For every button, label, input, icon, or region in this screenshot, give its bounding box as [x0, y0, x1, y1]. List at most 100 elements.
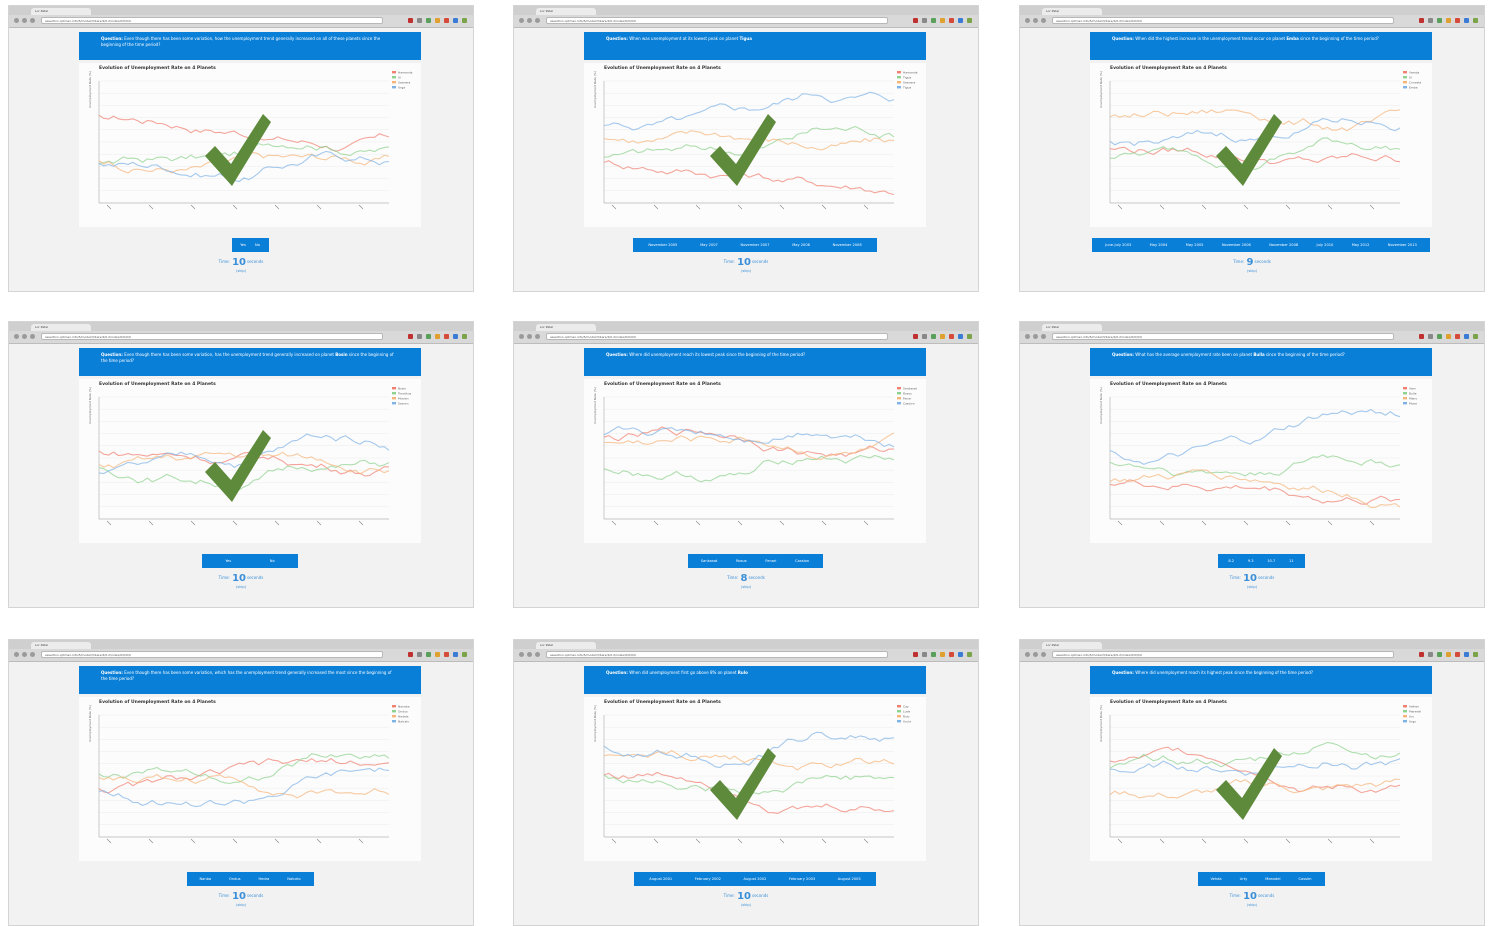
- extension-icon[interactable]: [922, 18, 927, 23]
- extension-icon[interactable]: [940, 334, 945, 339]
- back-icon[interactable]: [519, 652, 524, 657]
- skip-link[interactable]: (skip): [9, 585, 473, 589]
- forward-icon[interactable]: [22, 652, 27, 657]
- extension-icon[interactable]: [435, 652, 440, 657]
- extension-icon[interactable]: [1437, 334, 1442, 339]
- back-icon[interactable]: [1025, 18, 1030, 23]
- answer-button[interactable]: July 2010: [1313, 243, 1338, 247]
- answer-button[interactable]: Vehda: [1206, 877, 1225, 881]
- extension-icon[interactable]: [958, 334, 963, 339]
- answer-button[interactable]: November 2005: [644, 243, 681, 247]
- browser-tab[interactable]: Lor Patel: [1042, 642, 1102, 649]
- answer-button[interactable]: May 2008: [788, 243, 814, 247]
- answer-button[interactable]: No: [266, 559, 279, 563]
- extension-icon[interactable]: [922, 334, 927, 339]
- extension-icon[interactable]: [1446, 334, 1451, 339]
- extension-icon[interactable]: [922, 652, 927, 657]
- extension-icon[interactable]: [913, 18, 918, 23]
- skip-link[interactable]: (skip): [514, 903, 978, 907]
- answer-button[interactable]: Hedra: [254, 877, 273, 881]
- browser-tab[interactable]: Lor Patel: [1042, 8, 1102, 15]
- extension-icon[interactable]: [1437, 652, 1442, 657]
- reload-icon[interactable]: [1041, 18, 1046, 23]
- answer-button[interactable]: November 2008: [1265, 243, 1302, 247]
- extension-icon[interactable]: [462, 652, 467, 657]
- answer-button[interactable]: Nanba: [195, 877, 215, 881]
- extension-icon[interactable]: [1446, 18, 1451, 23]
- answer-button[interactable]: No: [251, 243, 264, 247]
- extension-icon[interactable]: [444, 652, 449, 657]
- answer-button[interactable]: Cassion: [791, 559, 813, 563]
- extension-icon[interactable]: [913, 334, 918, 339]
- extension-icon[interactable]: [967, 652, 972, 657]
- extension-icon[interactable]: [1437, 18, 1442, 23]
- answer-button[interactable]: November 2007: [737, 243, 774, 247]
- answer-button[interactable]: May 2007: [696, 243, 722, 247]
- browser-tab[interactable]: Lor Patel: [31, 8, 91, 15]
- answer-button[interactable]: August 2003: [834, 877, 865, 881]
- browser-tab[interactable]: Lor Patel: [31, 642, 91, 649]
- answer-button[interactable]: Nalcelo: [283, 877, 304, 881]
- extension-icon[interactable]: [1473, 18, 1478, 23]
- address-bar[interactable]: assertion.cptmax.info/5/model/3/bars/4/0…: [546, 333, 888, 340]
- reload-icon[interactable]: [1041, 334, 1046, 339]
- reload-icon[interactable]: [535, 652, 540, 657]
- browser-tab[interactable]: Lor Patel: [1042, 324, 1102, 331]
- extension-icon[interactable]: [426, 18, 431, 23]
- browser-tab[interactable]: Lor Patel: [536, 8, 596, 15]
- answer-button[interactable]: Ondus: [225, 877, 245, 881]
- forward-icon[interactable]: [1033, 334, 1038, 339]
- browser-tab[interactable]: Lor Patel: [536, 324, 596, 331]
- extension-icon[interactable]: [913, 652, 918, 657]
- extension-icon[interactable]: [408, 334, 413, 339]
- extension-icon[interactable]: [931, 334, 936, 339]
- address-bar[interactable]: assertion.cptmax.info/5/model/3/bars/4/0…: [546, 17, 888, 24]
- extension-icon[interactable]: [1473, 334, 1478, 339]
- extension-icon[interactable]: [417, 652, 422, 657]
- answer-button[interactable]: May 2004: [1146, 243, 1172, 247]
- skip-link[interactable]: (skip): [9, 269, 473, 273]
- extension-icon[interactable]: [958, 18, 963, 23]
- extension-icon[interactable]: [435, 334, 440, 339]
- reload-icon[interactable]: [30, 18, 35, 23]
- answer-button[interactable]: 10.7: [1263, 559, 1279, 563]
- extension-icon[interactable]: [453, 18, 458, 23]
- answer-button[interactable]: Urty: [1236, 877, 1252, 881]
- extension-icon[interactable]: [444, 18, 449, 23]
- answer-button[interactable]: November 2008: [829, 243, 866, 247]
- reload-icon[interactable]: [1041, 652, 1046, 657]
- answer-button[interactable]: November 2013: [1384, 243, 1421, 247]
- extension-icon[interactable]: [1464, 652, 1469, 657]
- extension-icon[interactable]: [426, 652, 431, 657]
- extension-icon[interactable]: [1419, 652, 1424, 657]
- extension-icon[interactable]: [940, 652, 945, 657]
- answer-button[interactable]: 8.2: [1224, 559, 1238, 563]
- browser-tab[interactable]: Lor Patel: [31, 324, 91, 331]
- extension-icon[interactable]: [940, 18, 945, 23]
- forward-icon[interactable]: [527, 652, 532, 657]
- extension-icon[interactable]: [958, 652, 963, 657]
- skip-link[interactable]: (skip): [514, 585, 978, 589]
- extension-icon[interactable]: [949, 652, 954, 657]
- answer-button[interactable]: June-July 2003: [1101, 243, 1135, 247]
- answer-button[interactable]: Fenari: [761, 559, 780, 563]
- skip-link[interactable]: (skip): [1020, 585, 1484, 589]
- address-bar[interactable]: assertion.cptmax.info/5/model/3/bars/4/0…: [1052, 651, 1394, 658]
- answer-button[interactable]: August 2001: [645, 877, 676, 881]
- address-bar[interactable]: assertion.cptmax.info/5/model/3/bars/4/0…: [41, 651, 383, 658]
- address-bar[interactable]: assertion.cptmax.info/5/model/3/bars/4/0…: [41, 333, 383, 340]
- answer-button[interactable]: February 2003: [785, 877, 819, 881]
- extension-icon[interactable]: [949, 334, 954, 339]
- back-icon[interactable]: [519, 334, 524, 339]
- forward-icon[interactable]: [1033, 18, 1038, 23]
- extension-icon[interactable]: [967, 18, 972, 23]
- answer-button[interactable]: Rosus: [732, 559, 751, 563]
- extension-icon[interactable]: [1419, 334, 1424, 339]
- skip-link[interactable]: (skip): [1020, 269, 1484, 273]
- answer-button[interactable]: November 2006: [1218, 243, 1255, 247]
- extension-icon[interactable]: [1428, 652, 1433, 657]
- extension-icon[interactable]: [408, 18, 413, 23]
- reload-icon[interactable]: [535, 18, 540, 23]
- answer-button[interactable]: Sankasat: [697, 559, 721, 563]
- extension-icon[interactable]: [1428, 334, 1433, 339]
